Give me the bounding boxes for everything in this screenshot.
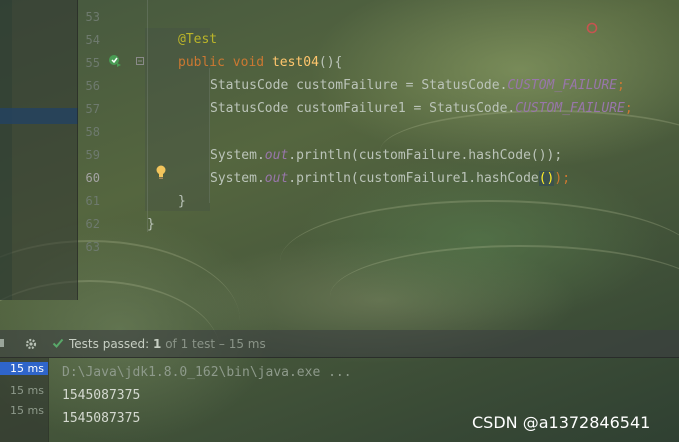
code-token: (){ [318,55,343,70]
status-prefix: Tests passed: [69,337,154,351]
toolbar-divider [0,357,679,358]
code-token: System. [210,148,265,163]
code-line-56[interactable]: StatusCode customFailure = StatusCode.CU… [210,78,625,93]
line-number: 61 [85,194,100,208]
code-line-55[interactable]: public void test04(){ [178,55,342,70]
test-tree-panel: 15 ms 15 ms 15 ms [0,358,48,442]
semicolon-token: ; [617,78,625,93]
constant-token: CUSTOM_FAILURE [515,101,625,116]
code-line-57[interactable]: StatusCode customFailure1 = StatusCode.C… [210,101,633,116]
code-line-60[interactable]: System.out.println(customFailure1.hashCo… [210,171,570,186]
semicolon-token: ; [624,101,633,116]
code-line-54[interactable]: @Test [178,32,217,47]
closing-brace: } [147,217,155,232]
code-token: StatusCode customFailure1 = StatusCode. [210,101,516,116]
settings-gear-icon[interactable] [24,337,38,351]
bulb-icon[interactable] [155,165,167,179]
line-number: 53 [85,10,100,24]
line-number: 56 [85,79,100,93]
check-icon [52,338,64,348]
line-number: 57 [85,102,100,116]
error-mark-icon[interactable] [586,22,598,34]
panel-divider [48,358,49,442]
indent-guide [147,0,148,232]
code-line-59[interactable]: System.out.println(customFailure.hashCod… [210,148,562,163]
field-token: out [264,148,289,163]
code-token: .println(customFailure1.hashCode [288,171,539,186]
test-tree-row[interactable]: 15 ms [10,404,44,417]
field-token: out [264,171,289,186]
console-output-line: 1545087375 [62,388,141,403]
line-number: 54 [85,33,100,47]
code-line-61[interactable]: } [178,194,186,209]
line-number: 59 [85,148,100,162]
keyword-token: void [232,55,265,70]
line-number: 58 [85,125,100,139]
code-token: StatusCode customFailure = StatusCode. [210,78,508,93]
test-status: Tests passed: 1 of 1 test – 15 ms [69,337,266,351]
code-token: ); [554,171,571,186]
line-number-active: 60 [85,171,100,185]
closing-brace: } [178,194,186,209]
keyword-token: public [178,55,225,70]
method-name-token: test04 [271,55,319,70]
test-tree-row-selected[interactable]: 15 ms [0,362,48,375]
run-test-icon[interactable] [108,54,122,68]
code-token: .println(customFailure.hashCode()); [288,148,563,163]
fold-icon[interactable] [136,57,144,65]
watermark-text: CSDN @a1372846541 [472,413,651,432]
line-number: 62 [85,217,100,231]
status-suffix: of 1 test – 15 ms [161,337,266,351]
collapse-icon[interactable] [0,337,6,349]
line-number: 55 [85,56,100,70]
annotation-token: @Test [178,32,218,47]
code-token: System. [210,171,265,186]
console-command-line: D:\Java\jdk1.8.0_162\bin\java.exe ... [62,365,352,380]
console-output-line: 1545087375 [62,411,141,426]
tool-window-strip [0,0,12,300]
constant-token: CUSTOM_FAILURE [507,78,617,93]
brace-match-token: () [538,171,555,186]
code-line-62[interactable]: } [147,217,155,232]
test-tree-row[interactable]: 15 ms [10,384,44,397]
line-number: 63 [85,240,100,254]
